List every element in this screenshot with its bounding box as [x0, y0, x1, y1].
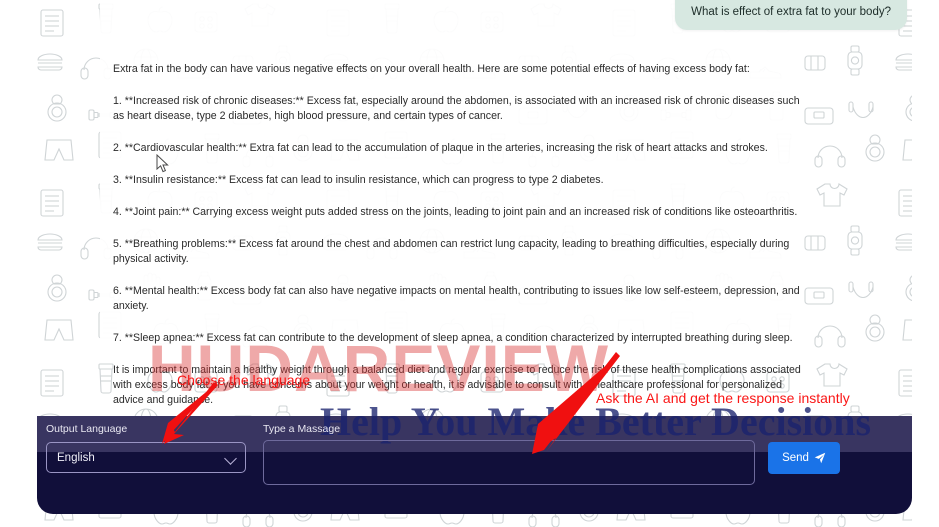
paper-plane-icon — [814, 452, 826, 464]
answer-paragraph: 6. **Mental health:** Excess body fat ca… — [113, 285, 800, 313]
message-input[interactable] — [263, 440, 755, 485]
output-language-select[interactable]: English — [46, 442, 246, 473]
answer-paragraph: It is important to maintain a healthy we… — [113, 364, 801, 407]
app-screen: What is effect of extra fat to your body… — [0, 0, 939, 527]
answer-paragraph: 1. **Increased risk of chronic diseases:… — [113, 95, 800, 123]
user-message-text: What is effect of extra fat to your body… — [691, 6, 891, 18]
chevron-down-icon — [224, 452, 237, 465]
send-button-label: Send — [782, 452, 809, 464]
output-language-label: Output Language — [46, 423, 128, 435]
assistant-message: Extra fat in the body can have various n… — [113, 62, 803, 408]
answer-paragraph: 4. **Joint pain:** Carrying excess weigh… — [113, 206, 798, 219]
answer-paragraph: Extra fat in the body can have various n… — [113, 63, 750, 75]
message-field-label: Type a Massage — [263, 423, 341, 435]
answer-paragraph: 7. **Sleep apnea:** Excess fat can contr… — [113, 332, 793, 345]
answer-paragraph: 2. **Cardiovascular health:** Extra fat … — [113, 142, 768, 155]
output-language-value: English — [57, 451, 95, 464]
user-message-bubble: What is effect of extra fat to your body… — [675, 0, 907, 31]
send-button[interactable]: Send — [768, 442, 840, 474]
answer-paragraph: 5. **Breathing problems:** Excess fat ar… — [113, 238, 790, 266]
answer-paragraph: 3. **Insulin resistance:** Excess fat ca… — [113, 174, 604, 187]
mouse-cursor — [156, 154, 169, 173]
